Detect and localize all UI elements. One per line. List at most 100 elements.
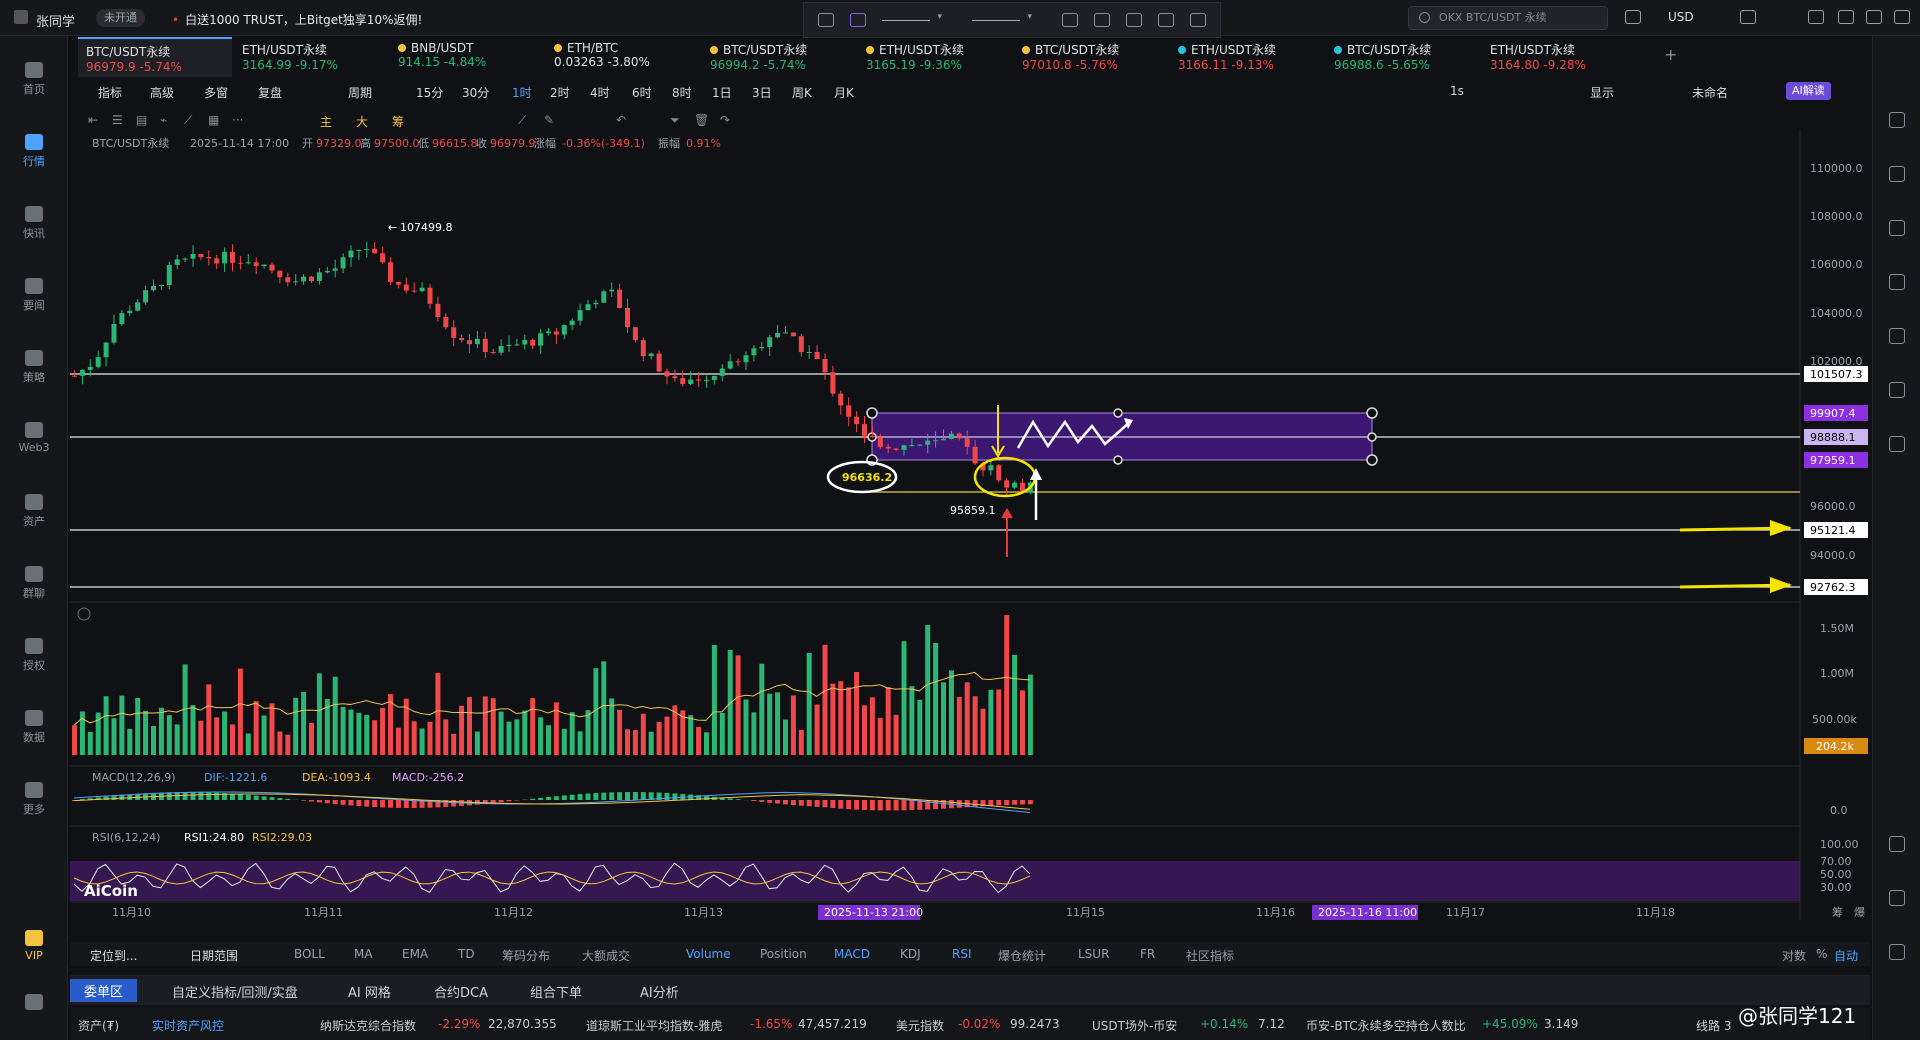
tab-combo-order[interactable]: 组合下单 [530, 982, 582, 1001]
close-icon[interactable] [1894, 10, 1910, 24]
main-force-button[interactable]: 主 [320, 113, 332, 130]
settings-icon[interactable] [1094, 13, 1110, 27]
currency-select[interactable]: USD [1668, 10, 1694, 24]
ticker-tab[interactable]: BNB/USDT 914.15 -4.84% [390, 37, 544, 77]
indicators-button[interactable]: 指标 [98, 84, 122, 101]
tab-orders[interactable]: 委单区 [70, 979, 138, 1002]
magnet-icon[interactable] [818, 13, 834, 27]
promo-banner[interactable]: 白送1000 TRUST，上Bitget独享10%返佣! [172, 11, 422, 28]
advanced-button[interactable]: 高级 [150, 84, 174, 101]
orderbook-icon[interactable] [1889, 112, 1905, 128]
indicator-boll[interactable]: BOLL [294, 947, 325, 961]
ticker-tab[interactable]: ETH/USDT永续 3165.19 -9.36% [858, 37, 1012, 77]
indicator-position[interactable]: Position [760, 947, 807, 961]
indicator-macd[interactable]: MACD [834, 947, 870, 961]
ticker-usdt-name[interactable]: USDT场外-币安 [1092, 1017, 1177, 1034]
auto-scale-toggle[interactable]: 自动 [1834, 947, 1858, 964]
price-chart[interactable]: BTC/USDT永续 2025-11-14 17:00 开 97329.0 高 … [70, 130, 1870, 920]
ticker-tab[interactable]: BTC/USDT永续 96988.6 -5.65% [1326, 37, 1480, 77]
indicator-fr[interactable]: FR [1140, 947, 1155, 961]
indicator-chip[interactable]: 筹码分布 [502, 947, 550, 964]
pen-tool-icon[interactable]: ✎ [544, 113, 554, 127]
filter-icon[interactable]: ⏷ [670, 113, 680, 128]
layout-name-select[interactable]: 未命名 [1692, 84, 1728, 101]
date-range-button[interactable]: 日期范围 [190, 947, 238, 964]
redo-icon[interactable]: ↷ [720, 113, 730, 127]
lock-icon[interactable] [1126, 13, 1142, 27]
line-width-select[interactable] [972, 12, 1032, 22]
interval-2h[interactable]: 2时 [550, 84, 570, 101]
line-select[interactable]: 线路 3 [1696, 1017, 1731, 1034]
calc-icon[interactable] [1889, 274, 1905, 290]
indicator-kdj[interactable]: KDJ [900, 947, 921, 961]
ticker-tab[interactable]: BTC/USDT永续 97010.8 -5.76% [1014, 37, 1168, 77]
grid-icon[interactable]: ▦ [208, 113, 219, 127]
ticker-tab[interactable]: ETH/USDT永续 3164.80 -9.28% [1482, 37, 1636, 77]
locate-button[interactable]: 定位到... [90, 947, 137, 964]
interval-1h[interactable]: 1时 [512, 84, 532, 101]
indicator-rsi[interactable]: RSI [952, 947, 972, 961]
interval-3d[interactable]: 3日 [752, 84, 772, 101]
interval-6h[interactable]: 6时 [632, 84, 652, 101]
interval-week[interactable]: 周K [792, 84, 812, 101]
nav-market[interactable]: 行情 [0, 134, 68, 169]
interval-4h[interactable]: 4时 [590, 84, 610, 101]
assets-label[interactable]: 资产(₮) [78, 1017, 119, 1034]
chip-button[interactable]: 筹 [392, 113, 404, 130]
add-tab-button[interactable]: + [1664, 45, 1677, 64]
display-button[interactable]: 显示 [1590, 84, 1614, 101]
user-name[interactable]: 张同学 [36, 11, 75, 30]
maximize-icon[interactable] [1866, 10, 1882, 24]
bot-icon[interactable] [1889, 382, 1905, 398]
note-icon[interactable] [1889, 328, 1905, 344]
log-scale-toggle[interactable]: 对数 [1782, 947, 1806, 964]
ticker-nasdaq-name[interactable]: 纳斯达克综合指数 [320, 1017, 416, 1034]
trendline-icon[interactable]: ⟋ [518, 113, 526, 128]
trend-icon[interactable] [1889, 220, 1905, 236]
ticker-tab[interactable]: BTC/USDT永续 96994.2 -5.74% [702, 37, 856, 77]
nav-web3[interactable]: Web3 [0, 422, 68, 454]
nav-flash[interactable]: 快讯 [0, 206, 68, 241]
nav-assets[interactable]: 资产 [0, 494, 68, 529]
cursor-icon[interactable]: ⇤ [88, 113, 98, 127]
indicator-ema[interactable]: EMA [402, 947, 428, 961]
minimize-icon[interactable] [1838, 10, 1854, 24]
swap-icon[interactable] [1889, 436, 1905, 452]
interval-1d[interactable]: 1日 [712, 84, 732, 101]
indicator-community[interactable]: 社区指标 [1186, 947, 1234, 964]
tab-ai-analysis[interactable]: AI分析 [640, 982, 679, 1001]
nav-auth[interactable]: 授权 [0, 638, 68, 673]
corner-burst[interactable]: 爆 [1854, 905, 1865, 919]
replay-button[interactable]: 复盘 [258, 84, 282, 101]
layers-icon[interactable] [1062, 13, 1078, 27]
bell-icon[interactable] [1625, 10, 1641, 24]
handle[interactable] [1367, 432, 1377, 442]
nav-chat[interactable]: 群聊 [0, 566, 68, 601]
corner-chip[interactable]: 筹 [1832, 905, 1843, 919]
nav-strategy[interactable]: 策略 [0, 350, 68, 385]
chart-area[interactable]: BTC/USDT永续 2025-11-14 17:00 开 97329.0 高 … [70, 130, 1870, 920]
ruler-icon[interactable]: ⌁ [160, 113, 167, 127]
handle[interactable] [866, 407, 878, 419]
popout-icon[interactable] [1808, 10, 1824, 24]
alert-icon[interactable] [1889, 890, 1905, 906]
panel-icon[interactable] [1889, 836, 1905, 852]
delete-icon[interactable]: 🗑 [694, 113, 709, 127]
line-icon[interactable]: ⟋ [184, 113, 192, 128]
line-style-select[interactable] [882, 12, 942, 22]
list-icon[interactable] [1889, 166, 1905, 182]
undo-icon[interactable]: ↶ [616, 113, 626, 127]
percent-toggle[interactable]: % [1816, 947, 1827, 961]
nav-more[interactable]: 更多 [0, 782, 68, 817]
handle[interactable] [1113, 408, 1123, 418]
risk-control-link[interactable]: 实时资产风控 [152, 1017, 224, 1034]
period-select[interactable]: 周期 [348, 84, 372, 101]
ticker-tab[interactable]: ETH/USDT永续 3164.99 -9.17% [234, 37, 388, 77]
indicator-large-trades[interactable]: 大额成交 [582, 947, 630, 964]
ticker-tab[interactable]: ETH/BTC 0.03263 -3.80% [546, 37, 700, 77]
indicator-td[interactable]: TD [458, 947, 475, 961]
eye-icon[interactable] [1158, 13, 1174, 27]
indicator-lsur[interactable]: LSUR [1078, 947, 1109, 961]
ticker-tab[interactable]: ETH/USDT永续 3166.11 -9.13% [1170, 37, 1324, 77]
assistant-icon[interactable] [1889, 944, 1905, 960]
